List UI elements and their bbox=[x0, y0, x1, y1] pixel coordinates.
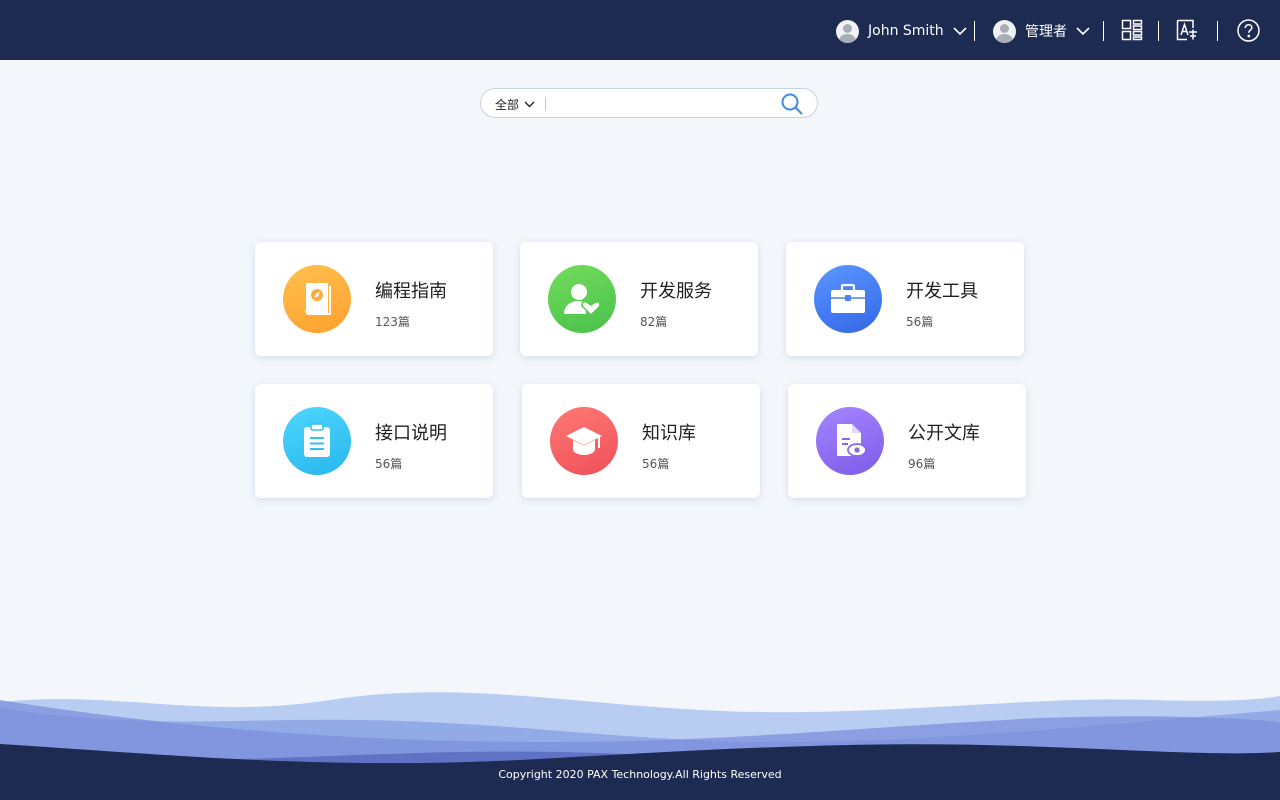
card-title: 知识库 bbox=[642, 423, 696, 444]
user-name: John Smith bbox=[868, 23, 944, 39]
role-avatar-icon bbox=[993, 19, 1016, 43]
graduation-cap-icon bbox=[550, 407, 618, 475]
toolbox-icon bbox=[814, 265, 882, 333]
card-title: 接口说明 bbox=[375, 423, 447, 444]
user-heart-icon bbox=[548, 265, 616, 333]
user-avatar-icon bbox=[836, 19, 859, 43]
grid-apps-icon[interactable] bbox=[1121, 19, 1143, 41]
nav-divider bbox=[1158, 21, 1159, 41]
chevron-down-icon bbox=[524, 101, 535, 108]
language-translate-icon[interactable] bbox=[1176, 19, 1198, 41]
search-bar: 全部 bbox=[480, 88, 818, 118]
card-count: 82篇 bbox=[640, 315, 668, 329]
card-title: 开发工具 bbox=[906, 281, 978, 302]
card-count: 56篇 bbox=[375, 457, 403, 471]
search-input[interactable] bbox=[551, 93, 771, 113]
search-divider bbox=[545, 97, 546, 111]
card-count: 96篇 bbox=[908, 457, 936, 471]
card-title: 编程指南 bbox=[375, 281, 447, 302]
card-title: 公开文库 bbox=[908, 423, 980, 444]
card-title: 开发服务 bbox=[640, 281, 712, 302]
card-count: 56篇 bbox=[642, 457, 670, 471]
category-card-programming-guide[interactable]: 编程指南 123篇 bbox=[255, 242, 493, 356]
search-scope-label: 全部 bbox=[495, 97, 520, 112]
category-card-public-library[interactable]: 公开文库 96篇 bbox=[788, 384, 1026, 498]
category-card-dev-tools[interactable]: 开发工具 56篇 bbox=[786, 242, 1024, 356]
search-icon[interactable] bbox=[780, 92, 804, 116]
category-card-api-docs[interactable]: 接口说明 56篇 bbox=[255, 384, 493, 498]
chevron-down-icon bbox=[953, 26, 967, 36]
card-count: 56篇 bbox=[906, 315, 934, 329]
clipboard-icon bbox=[283, 407, 351, 475]
top-nav-bar: John Smith 管理者 bbox=[0, 0, 1280, 60]
guide-book-icon bbox=[283, 265, 351, 333]
category-card-dev-services[interactable]: 开发服务 82篇 bbox=[520, 242, 758, 356]
nav-divider bbox=[974, 21, 975, 41]
user-menu[interactable]: John Smith bbox=[836, 18, 967, 44]
card-count: 123篇 bbox=[375, 315, 410, 329]
role-name: 管理者 bbox=[1025, 24, 1067, 40]
document-view-icon bbox=[816, 407, 884, 475]
role-menu[interactable]: 管理者 bbox=[993, 18, 1090, 44]
help-circle-icon[interactable] bbox=[1237, 19, 1260, 42]
copyright-text: Copyright 2020 PAX Technology.All Rights… bbox=[498, 768, 782, 781]
chevron-down-icon bbox=[1076, 26, 1090, 36]
nav-divider bbox=[1217, 21, 1218, 41]
nav-divider bbox=[1103, 21, 1104, 41]
category-card-knowledge-base[interactable]: 知识库 56篇 bbox=[522, 384, 760, 498]
search-scope-dropdown[interactable]: 全部 bbox=[495, 95, 535, 113]
